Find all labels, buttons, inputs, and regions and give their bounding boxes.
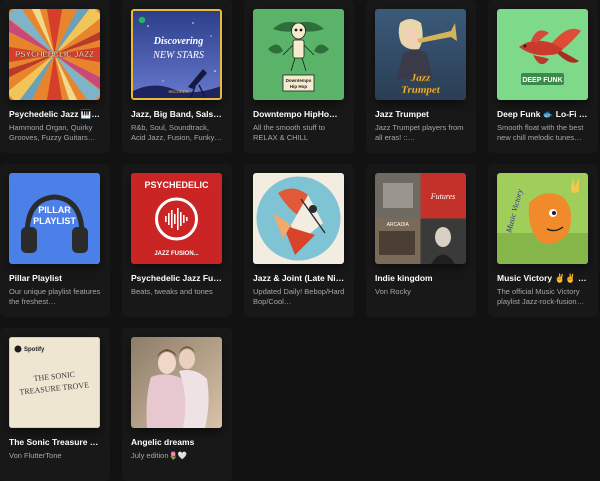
sunburst-cover: PSYCHEDELIC JAZZ bbox=[9, 9, 100, 100]
playlist-card[interactable]: PILLAR PLAYLIST Pillar Playlist Our uniq… bbox=[0, 164, 110, 317]
playlist-cover[interactable]: Discovering NEW STARS RECORDS bbox=[131, 9, 222, 100]
playlist-title[interactable]: The Sonic Treasure … bbox=[9, 437, 101, 448]
playlist-title[interactable]: Jazz, Big Band, Sals… bbox=[131, 109, 223, 120]
painting-cover bbox=[131, 337, 222, 428]
svg-text:NEW STARS: NEW STARS bbox=[152, 50, 204, 61]
playlist-card[interactable]: Jazz & Joint (Late Ni… Updated Daily! Be… bbox=[244, 164, 354, 317]
headphones-cover: PILLAR PLAYLIST bbox=[9, 173, 100, 264]
collage-cover: Futures ARCADIA bbox=[375, 173, 466, 264]
playlist-cover[interactable]: Spotify THE SONIC TREASURE TROVE bbox=[9, 337, 100, 428]
abstract-saxophone-cover bbox=[253, 173, 344, 264]
playlist-title[interactable]: Deep Funk 🐟 Lo-Fi … bbox=[497, 109, 589, 120]
playlist-description: R&b, Soul, Soundtrack, Acid Jazz, Fusion… bbox=[131, 123, 222, 142]
playlist-card[interactable]: Angelic dreams July edition🌷🤍 bbox=[122, 328, 232, 481]
playlist-card[interactable]: PSYCHEDELIC JAZZ Psychedelic Jazz 🎹🎷 Ham… bbox=[0, 0, 110, 153]
playlist-card[interactable]: Spotify THE SONIC TREASURE TROVE The Son… bbox=[0, 328, 110, 481]
cover-title: DEEP FUNK bbox=[522, 77, 562, 84]
playlist-description: Von Rocky bbox=[375, 287, 411, 296]
playlist-grid: PSYCHEDELIC JAZZ Psychedelic Jazz 🎹🎷 Ham… bbox=[0, 0, 600, 481]
trumpet-player-cover: Jazz Trumpet bbox=[375, 9, 466, 100]
playlist-title[interactable]: Music Victory ✌️✌️ J… bbox=[497, 273, 589, 284]
playlist-title[interactable]: Downtempo HipHo… bbox=[253, 109, 345, 120]
playlist-description: Our unique playlist features the freshes… bbox=[9, 287, 101, 306]
playlist-cover[interactable] bbox=[131, 337, 222, 428]
playlist-title[interactable]: Angelic dreams bbox=[131, 437, 223, 448]
playlist-title[interactable]: Psychedelic Jazz 🎹🎷 bbox=[9, 109, 101, 120]
playlist-description: July edition🌷🤍 bbox=[131, 451, 188, 460]
night-sky-cover: Discovering NEW STARS RECORDS bbox=[133, 11, 220, 98]
playlist-cover[interactable]: PSYCHEDELIC JAZZ bbox=[9, 9, 100, 100]
svg-text:Jazz: Jazz bbox=[410, 72, 431, 84]
playlist-title[interactable]: Jazz Trumpet bbox=[375, 109, 467, 120]
playlist-card[interactable]: Downtempo Hip Hop Downtempo HipHo… All t… bbox=[244, 0, 354, 153]
svg-text:PLAYLIST: PLAYLIST bbox=[33, 216, 76, 226]
playlist-title[interactable]: Pillar Playlist bbox=[9, 273, 101, 284]
playlist-cover[interactable]: PILLAR PLAYLIST bbox=[9, 173, 100, 264]
playlist-cover[interactable]: Futures ARCADIA bbox=[375, 173, 466, 264]
cover-title: PSYCHEDELIC bbox=[144, 180, 209, 190]
betta-fish-cover: DEEP FUNK bbox=[497, 9, 588, 100]
playlist-card[interactable]: Discovering NEW STARS RECORDS Jazz, Big … bbox=[122, 0, 232, 153]
svg-text:RECORDS: RECORDS bbox=[168, 89, 188, 94]
paper-cover: Spotify THE SONIC TREASURE TROVE bbox=[9, 337, 100, 428]
playlist-title[interactable]: Indie kingdom bbox=[375, 273, 467, 284]
playlist-cover[interactable]: Music Victory bbox=[497, 173, 588, 264]
cover-subtitle: JAZZ FUSION... bbox=[154, 251, 199, 257]
svg-text:Downtempo: Downtempo bbox=[286, 78, 312, 83]
playlist-card[interactable]: Jazz Trumpet Jazz Trumpet Jazz Trumpet p… bbox=[366, 0, 476, 153]
playlist-description: Updated Daily! Bebop/Hard Bop/Cool… bbox=[253, 287, 345, 306]
soundwave-cover: PSYCHEDELIC JAZZ FUSION... bbox=[131, 173, 222, 264]
playlist-title[interactable]: Psychedelic Jazz Fu… bbox=[131, 273, 223, 284]
svg-text:Trumpet: Trumpet bbox=[401, 84, 441, 96]
svg-text:Hip Hop: Hip Hop bbox=[290, 84, 307, 89]
playlist-description: Von FlutterTone bbox=[9, 451, 62, 460]
playlist-card[interactable]: PSYCHEDELIC JAZZ FUSION... Psychedelic J… bbox=[122, 164, 232, 317]
playlist-cover[interactable]: DEEP FUNK bbox=[497, 9, 588, 100]
cover-title: ARCADIA bbox=[387, 222, 410, 228]
playlist-title[interactable]: Jazz & Joint (Late Ni… bbox=[253, 273, 345, 284]
playlist-cover[interactable]: Downtempo Hip Hop bbox=[253, 9, 344, 100]
playlist-description: All the smooth stuff to RELAX & CHILL bbox=[253, 123, 325, 142]
cover-title: PSYCHEDELIC JAZZ bbox=[15, 50, 94, 59]
skeleton-cover: Downtempo Hip Hop bbox=[253, 9, 344, 100]
victory-face-cover: Music Victory bbox=[497, 173, 588, 264]
playlist-description: Jazz Trumpet players from all eras! ::… bbox=[375, 123, 464, 142]
playlist-description: Smooth float with the best new chill mel… bbox=[497, 123, 584, 142]
playlist-card[interactable]: Music Victory Music Victory ✌️✌️ J… The … bbox=[488, 164, 598, 317]
playlist-cover[interactable]: Jazz Trumpet bbox=[375, 9, 466, 100]
playlist-card[interactable]: DEEP FUNK Deep Funk 🐟 Lo-Fi … Smooth flo… bbox=[488, 0, 598, 153]
playlist-description: Hammond Organ, Quirky Grooves, Fuzzy Gui… bbox=[9, 123, 96, 142]
playlist-description: Beats, tweaks and tones bbox=[131, 287, 213, 296]
playlist-card[interactable]: Futures ARCADIA Indie kingdom Von Rocky bbox=[366, 164, 476, 317]
cover-subtitle: Spotify bbox=[24, 347, 45, 353]
playlist-description: The official Music Victory playlist Jazz… bbox=[497, 287, 585, 306]
cover-subtitle: Futures bbox=[430, 192, 456, 201]
svg-text:PILLAR: PILLAR bbox=[38, 205, 71, 215]
playlist-cover[interactable]: PSYCHEDELIC JAZZ FUSION... bbox=[131, 173, 222, 264]
svg-text:Discovering: Discovering bbox=[153, 36, 203, 47]
playlist-cover[interactable] bbox=[253, 173, 344, 264]
